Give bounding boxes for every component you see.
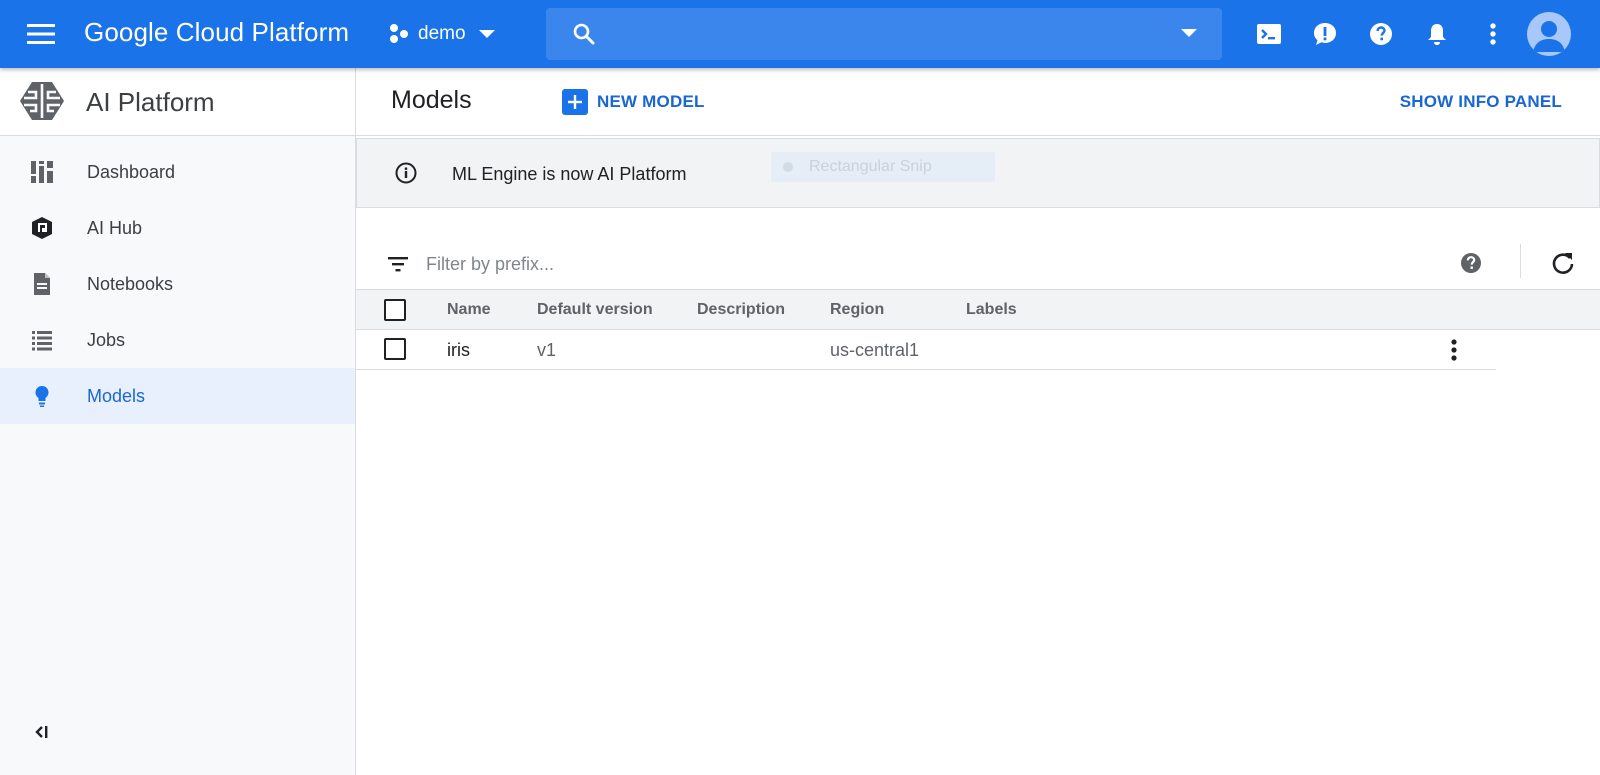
filter-help-icon[interactable] xyxy=(1460,252,1482,274)
sidebar-item-notebooks[interactable]: Notebooks xyxy=(0,256,355,312)
column-header-region[interactable]: Region xyxy=(830,301,884,319)
add-icon xyxy=(562,89,588,115)
new-model-label: NEW MODEL xyxy=(597,92,705,111)
snip-dot-icon xyxy=(783,162,793,172)
sidebar-nav: Dashboard AI Hub Notebooks Jobs Models xyxy=(0,144,355,424)
cloud-shell-icon[interactable] xyxy=(1252,17,1286,51)
sidebar-item-models[interactable]: Models xyxy=(0,368,355,424)
lightbulb-icon xyxy=(30,384,54,408)
ai-hub-icon xyxy=(30,216,54,240)
model-name-link[interactable]: iris xyxy=(447,340,470,361)
account-avatar[interactable] xyxy=(1527,12,1571,56)
row-more-actions-icon[interactable] xyxy=(1442,338,1466,362)
info-icon xyxy=(395,162,417,184)
info-banner: ML Engine is now AI Platform Rectangular… xyxy=(356,138,1600,208)
sidebar-title: AI Platform xyxy=(86,87,215,117)
sidebar: AI Platform Dashboard AI Hub Notebooks J… xyxy=(0,68,356,775)
sidebar-item-label: Notebooks xyxy=(87,273,174,294)
notebook-icon xyxy=(30,272,54,296)
column-header-description[interactable]: Description xyxy=(697,301,785,319)
sidebar-item-jobs[interactable]: Jobs xyxy=(0,312,355,368)
filter-bar xyxy=(356,238,1600,290)
table-row: iris v1 us-central1 xyxy=(356,330,1496,370)
snip-tool-overlay: Rectangular Snip xyxy=(771,152,995,182)
page-header: Models NEW MODEL SHOW INFO PANEL xyxy=(356,68,1600,136)
snip-overlay-text: Rectangular Snip xyxy=(809,158,932,175)
project-selector[interactable]: demo xyxy=(388,18,496,50)
jobs-list-icon xyxy=(30,328,54,352)
search-bar[interactable] xyxy=(546,8,1222,60)
sidebar-item-ai-hub[interactable]: AI Hub xyxy=(0,200,355,256)
hamburger-menu-icon[interactable] xyxy=(22,18,60,50)
sidebar-item-label: Models xyxy=(87,385,146,406)
feedback-icon[interactable] xyxy=(1308,17,1342,51)
region-cell: us-central1 xyxy=(830,340,920,360)
column-header-labels[interactable]: Labels xyxy=(966,301,1017,319)
show-info-panel-button[interactable]: SHOW INFO PANEL xyxy=(1400,92,1562,112)
notifications-bell-icon[interactable] xyxy=(1420,17,1454,51)
default-version-cell[interactable]: v1 xyxy=(537,340,556,361)
chevron-down-icon xyxy=(478,29,496,39)
sidebar-item-label: AI Hub xyxy=(87,217,143,238)
search-dropdown-icon[interactable] xyxy=(1180,28,1198,38)
new-model-button[interactable]: NEW MODEL xyxy=(562,86,705,118)
refresh-icon[interactable] xyxy=(1550,250,1576,276)
project-name: demo xyxy=(418,23,466,44)
help-icon[interactable] xyxy=(1364,17,1398,51)
filter-list-icon[interactable] xyxy=(386,252,410,276)
project-dots-icon xyxy=(388,23,410,45)
top-bar: Google Cloud Platform demo xyxy=(0,0,1600,68)
page-title: Models xyxy=(391,86,472,114)
sidebar-header: AI Platform xyxy=(0,68,355,136)
brand-title[interactable]: Google Cloud Platform xyxy=(84,17,349,48)
select-all-checkbox[interactable] xyxy=(384,299,406,321)
sidebar-item-dashboard[interactable]: Dashboard xyxy=(0,144,355,200)
column-header-name[interactable]: Name xyxy=(447,301,491,319)
search-input[interactable] xyxy=(610,18,1150,50)
ai-platform-logo-icon xyxy=(18,80,66,122)
filter-input[interactable] xyxy=(426,248,1226,280)
sidebar-item-label: Dashboard xyxy=(87,161,176,182)
sidebar-item-label: Jobs xyxy=(87,329,126,350)
row-checkbox[interactable] xyxy=(384,338,406,360)
column-header-default-version[interactable]: Default version xyxy=(537,301,653,319)
search-icon xyxy=(572,22,596,46)
main-content: Models NEW MODEL SHOW INFO PANEL ML Engi… xyxy=(356,68,1600,775)
table-header: Name Default version Description Region … xyxy=(356,290,1600,330)
dashboard-icon xyxy=(30,160,54,184)
more-vertical-icon[interactable] xyxy=(1476,17,1510,51)
banner-text: ML Engine is now AI Platform xyxy=(452,164,687,184)
collapse-sidebar-icon[interactable] xyxy=(30,720,54,744)
toolbar-divider xyxy=(1520,244,1521,278)
